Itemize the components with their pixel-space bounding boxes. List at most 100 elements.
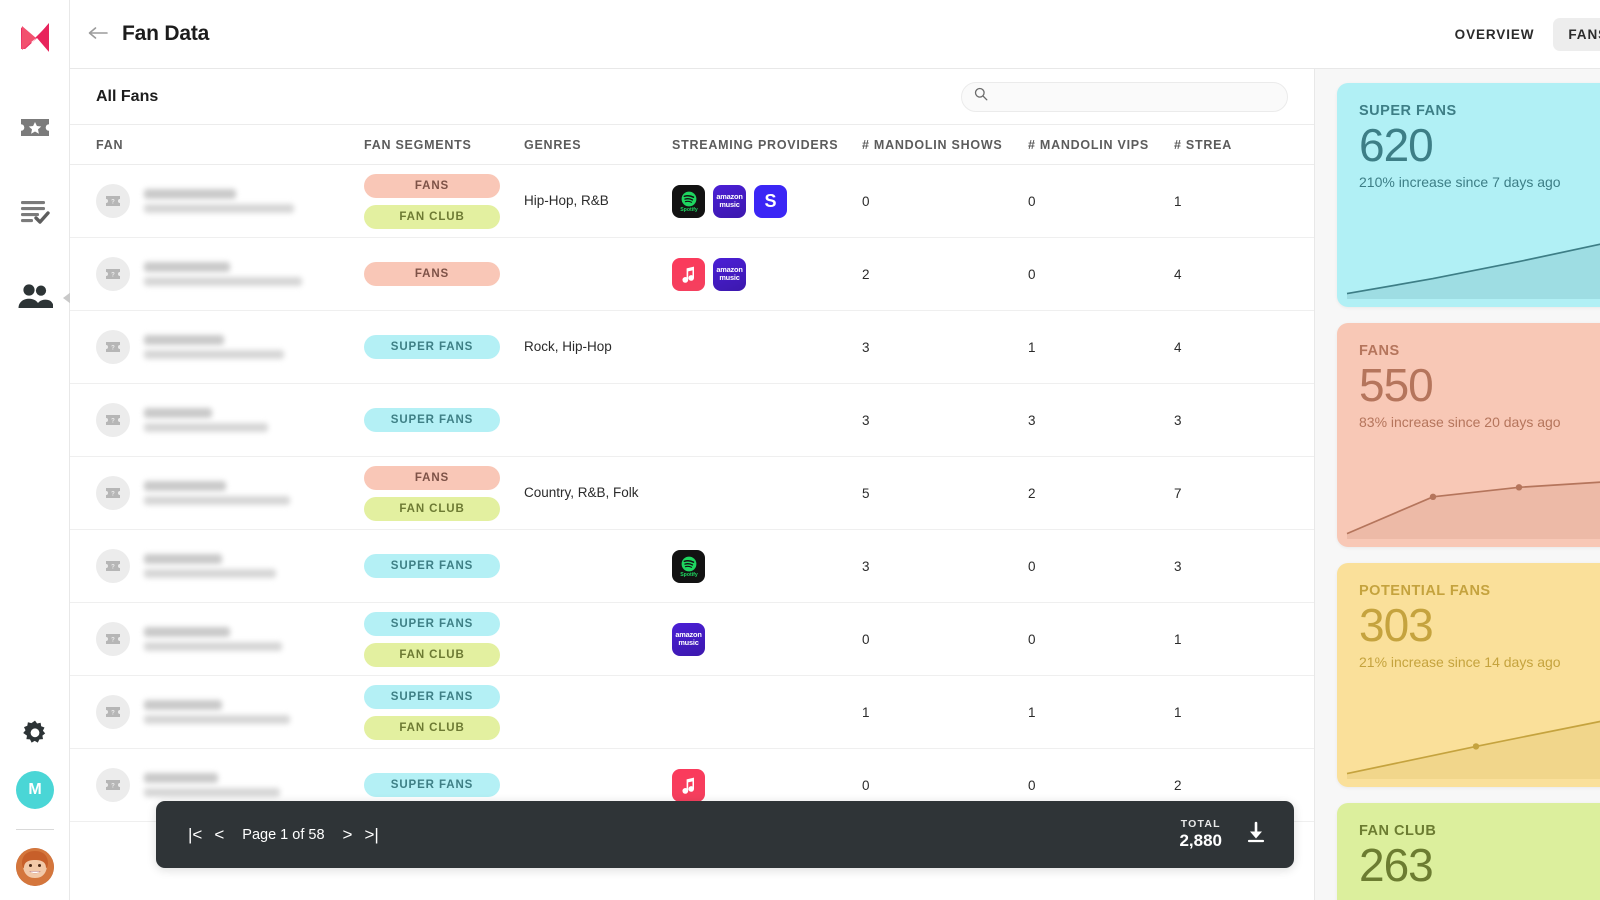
fan-email [144,715,290,724]
avatar: ? [96,330,130,364]
fan-cell[interactable]: ? [96,549,364,583]
segment-badge: FAN CLUB [364,204,500,229]
fan-name [144,408,212,418]
stat-card-label: FAN CLUB [1359,823,1437,839]
fan-cell[interactable]: ? [96,184,364,218]
fan-cell[interactable]: ? [96,257,364,291]
shazam-icon[interactable]: S [754,184,787,218]
fan-cell[interactable]: ? [96,330,364,364]
sparkline-chart [1346,243,1600,299]
table-row[interactable]: ? SUPER FANS Rock, Hip-Hop 3 1 4 [70,311,1314,384]
svg-text:?: ? [111,784,115,790]
table-header-row: FAN FAN SEGMENTS GENRES STREAMING PROVID… [70,125,1314,165]
stat-card-subtitle: 21% increase since 14 days ago [1359,654,1561,671]
fan-email [144,569,276,578]
segment-badge: FAN CLUB [364,496,500,521]
col-header-fan[interactable]: FAN [96,138,364,152]
page-indicator: Page 1 of 58 [242,826,325,843]
apple-music-icon[interactable] [672,257,705,291]
stat-card[interactable]: FANS 550 83% increase since 20 days ago [1337,323,1600,547]
profile-avatar[interactable] [16,848,54,886]
next-page-button[interactable]: > [337,824,359,845]
fan-name [144,189,236,199]
back-arrow-icon[interactable] [88,24,108,45]
avatar: ? [96,768,130,802]
fan-identity [144,481,290,505]
ticket-star-icon [19,115,51,146]
main-region: Fan Data OVERVIEW FANS All Fans [70,0,1600,900]
fan-identity [144,773,280,797]
search-box[interactable] [961,81,1288,112]
mandolin-shows-cell: 5 [862,485,870,501]
mandolin-logo[interactable] [11,14,59,62]
mandolin-vips-cell: 1 [1028,704,1036,720]
stat-card-subtitle: 210% increase since 7 days ago [1359,174,1561,191]
table-row[interactable]: ? FANS FAN CLUB Country, R&B, Folk 5 2 7 [70,457,1314,530]
apple-music-icon[interactable] [672,768,705,802]
col-header-providers[interactable]: STREAMING PROVIDERS [672,138,862,152]
svg-text:?: ? [111,273,115,279]
fan-cell[interactable]: ? [96,622,364,656]
last-page-button[interactable]: >| [358,824,384,845]
amazon-music-icon[interactable]: amazon music [713,257,746,291]
col-header-genres[interactable]: GENRES [524,138,672,152]
fan-cell[interactable]: ? [96,403,364,437]
stat-card[interactable]: POTENTIAL FANS 303 21% increase since 14 d… [1337,563,1600,787]
fan-cell[interactable]: ? [96,695,364,729]
mandolin-vips-cell: 0 [1028,631,1036,647]
mandolin-vips-cell: 1 [1028,339,1036,355]
app-root: M Fan Data OVERVIEW FAN All Fans FAN FAN… [0,0,1600,900]
settings-button[interactable] [12,715,58,755]
fans-table-panel: All Fans FAN FAN SEGMENTS GENRES STREAMI… [70,69,1315,900]
spotify-icon[interactable]: Spotify [672,184,705,218]
sidebar-item-fans[interactable] [12,278,71,318]
mandolin-vips-cell: 0 [1028,777,1036,793]
stat-card-value: 263 [1359,839,1434,891]
prev-page-button[interactable]: < [208,824,230,845]
stat-card-label: POTENTIAL FANS [1359,583,1491,599]
svg-text:?: ? [111,565,115,571]
fan-cell[interactable]: ? [96,476,364,510]
account-avatar[interactable]: M [16,771,54,809]
stat-card[interactable]: SUPER FANS 620 210% increase since 7 days … [1337,83,1600,307]
all-fans-heading: All Fans [96,87,159,105]
account-initial: M [28,781,42,798]
col-header-vips[interactable]: # MANDOLIN VIPS [1028,138,1174,152]
tab-overview[interactable]: OVERVIEW [1440,18,1550,51]
fan-identity [144,554,276,578]
spotify-icon[interactable]: Spotify [672,549,705,583]
amazon-music-icon[interactable]: amazon music [672,622,705,656]
sidebar-item-checklist[interactable] [12,194,58,234]
first-page-button[interactable]: |< [182,824,208,845]
table-row[interactable]: ? SUPER FANS FAN CLUB amazon music 0 0 1 [70,603,1314,676]
col-header-segments[interactable]: FAN SEGMENTS [364,138,524,152]
col-header-shows[interactable]: # MANDOLIN SHOWS [862,138,1028,152]
table-row[interactable]: ? SUPER FANS 3 3 3 [70,384,1314,457]
streaming-providers-cell [672,768,862,802]
table-row[interactable]: ? SUPER FANS Spotify 3 0 3 [70,530,1314,603]
segment-badge: FAN CLUB [364,642,500,667]
table-row[interactable]: ? FANS amazon music 2 0 4 [70,238,1314,311]
col-header-streams[interactable]: # STREA [1174,138,1314,152]
segment-badge: FANS [364,465,500,490]
stat-card[interactable]: FAN CLUB 263 [1337,803,1600,900]
sidebar-item-ticket-star[interactable] [12,110,58,150]
fan-email [144,277,302,286]
fan-name [144,335,224,345]
table-row[interactable]: ? FANS FAN CLUB Hip-Hop, R&B Spotify amazon mu… [70,165,1314,238]
streams-cell: 4 [1174,339,1182,355]
download-icon[interactable] [1244,820,1268,849]
sidebar-divider [16,829,54,830]
fan-cell[interactable]: ? [96,768,364,802]
amazon-music-icon[interactable]: amazon music [713,184,746,218]
sparkline-chart [1346,720,1600,779]
search-input[interactable] [996,89,1275,104]
mandolin-shows-cell: 0 [862,193,870,209]
table-row[interactable]: ? SUPER FANS FAN CLUB 1 1 1 [70,676,1314,749]
segment-badge: SUPER FANS [364,773,500,797]
fan-segments-cell: SUPER FANS [364,335,524,359]
avatar: ? [96,549,130,583]
segment-badge: SUPER FANS [364,408,500,432]
mandolin-shows-cell: 3 [862,412,870,428]
tab-fans[interactable]: FANS [1553,17,1600,51]
